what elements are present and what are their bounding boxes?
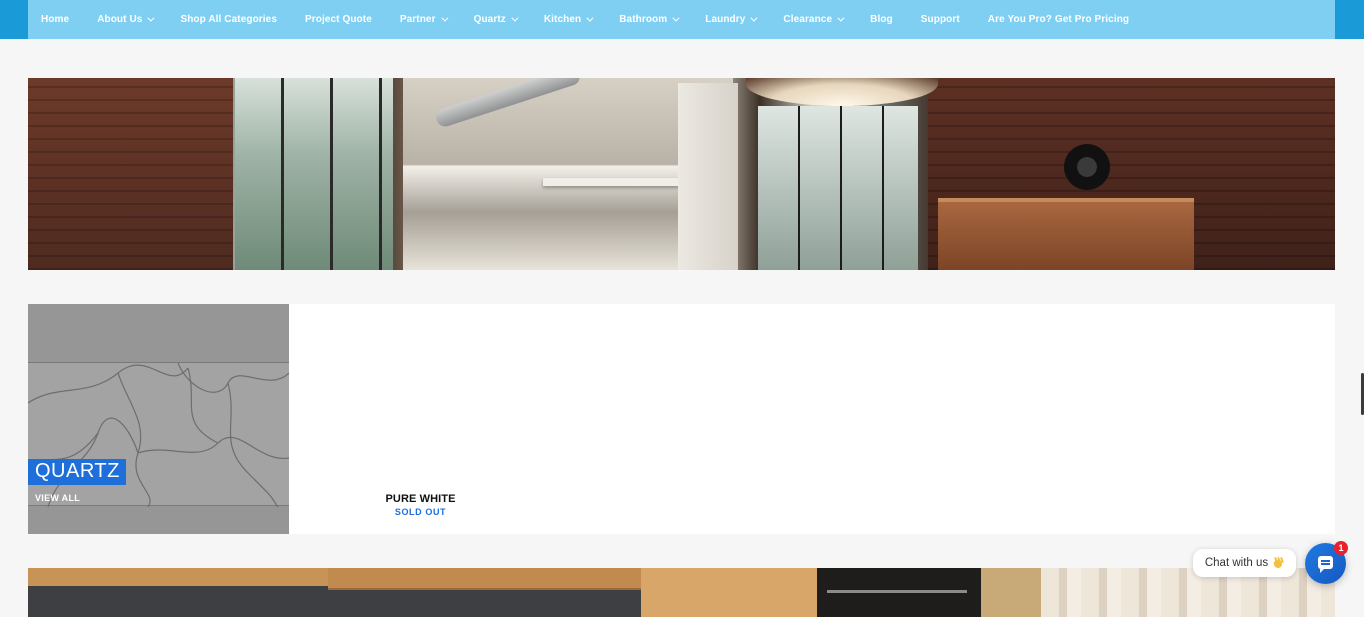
- bottom-banner-kitchen-photo: [28, 568, 1335, 617]
- hero-fridge: [678, 83, 738, 270]
- chevron-down-icon: [586, 14, 594, 22]
- nav-item-partner[interactable]: Partner: [399, 14, 449, 25]
- nav-item-label: Laundry: [705, 14, 746, 25]
- nav-item-laundry[interactable]: Laundry: [705, 14, 758, 25]
- nav-item-label: Are You Pro? Get Pro Pricing: [987, 14, 1130, 25]
- nav-item-blog[interactable]: Blog: [870, 14, 893, 25]
- oven-handle: [827, 590, 967, 593]
- hero-sideboard: [938, 198, 1194, 270]
- chevron-down-icon: [672, 14, 680, 22]
- hero-glass-cabinet: [758, 106, 918, 270]
- nav-item-label: Blog: [870, 14, 893, 25]
- nav-item-about-us[interactable]: About Us: [97, 14, 155, 25]
- nav-item-label: Home: [41, 14, 70, 25]
- chevron-down-icon: [750, 14, 758, 22]
- unread-count-badge: 1: [1334, 541, 1348, 555]
- chat-prompt-bubble[interactable]: Chat with us: [1193, 549, 1296, 577]
- nav-item-are-you-pro-get-pro-pricing[interactable]: Are You Pro? Get Pro Pricing: [988, 14, 1129, 25]
- nav-item-shop-all-categories[interactable]: Shop All Categories: [180, 14, 277, 25]
- nav-item-label: Clearance: [783, 14, 833, 25]
- chat-prompt-text: Chat with us: [1204, 557, 1269, 569]
- chat-bubble-icon: [1318, 556, 1333, 573]
- waving-hand-icon: [1272, 556, 1285, 570]
- product-row: QUARTZ VIEW ALL PURE WHITE SOLD OUT: [28, 304, 1335, 534]
- nav-item-quartz[interactable]: Quartz: [473, 14, 519, 25]
- category-tile-quartz[interactable]: QUARTZ VIEW ALL: [28, 304, 289, 534]
- hero-banner-kitchen-photo: [28, 78, 1335, 270]
- nav-item-label: Partner: [399, 14, 436, 25]
- nav-item-label: Bathroom: [619, 14, 668, 25]
- nav-item-label: Project Quote: [304, 14, 372, 25]
- nav-item-label: Kitchen: [543, 14, 582, 25]
- nav-item-label: Quartz: [473, 14, 506, 25]
- chevron-down-icon: [147, 14, 155, 22]
- nav-item-bathroom[interactable]: Bathroom: [619, 14, 680, 25]
- hero-brick-wall-left: [28, 78, 233, 270]
- nav-item-home[interactable]: Home: [41, 14, 69, 25]
- view-all-link[interactable]: VIEW ALL: [35, 493, 80, 503]
- nav-item-label: Support: [920, 14, 960, 25]
- hero-vent-duct: [433, 78, 583, 129]
- product-status-badge: SOLD OUT: [394, 507, 447, 517]
- chevron-down-icon: [511, 14, 519, 22]
- top-navigation: Home About Us Shop All Categories Project Q…: [0, 0, 1364, 39]
- hero-fan: [1064, 144, 1110, 190]
- nav-item-label: About Us: [97, 14, 143, 25]
- nav-item-label: Shop All Categories: [180, 14, 277, 25]
- nav-item-kitchen[interactable]: Kitchen: [543, 14, 594, 25]
- chevron-down-icon: [837, 14, 845, 22]
- hero-pendant-lamp: [746, 78, 938, 106]
- product-card[interactable]: PURE WHITE SOLD OUT: [318, 304, 523, 534]
- nav-item-clearance[interactable]: Clearance: [783, 14, 845, 25]
- category-title[interactable]: QUARTZ: [28, 459, 126, 485]
- hero-window: [235, 78, 393, 270]
- nav-bar: Home About Us Shop All Categories Project Q…: [28, 0, 1335, 39]
- wood-cabinet: [328, 568, 641, 590]
- product-name[interactable]: PURE WHITE: [318, 493, 523, 505]
- nav-item-project-quote[interactable]: Project Quote: [305, 14, 372, 25]
- bottom-banner-left: [28, 568, 641, 617]
- hero-shelf: [543, 178, 693, 186]
- chevron-down-icon: [440, 14, 449, 22]
- nav-item-support[interactable]: Support: [921, 14, 960, 25]
- marble-veins: [28, 363, 289, 507]
